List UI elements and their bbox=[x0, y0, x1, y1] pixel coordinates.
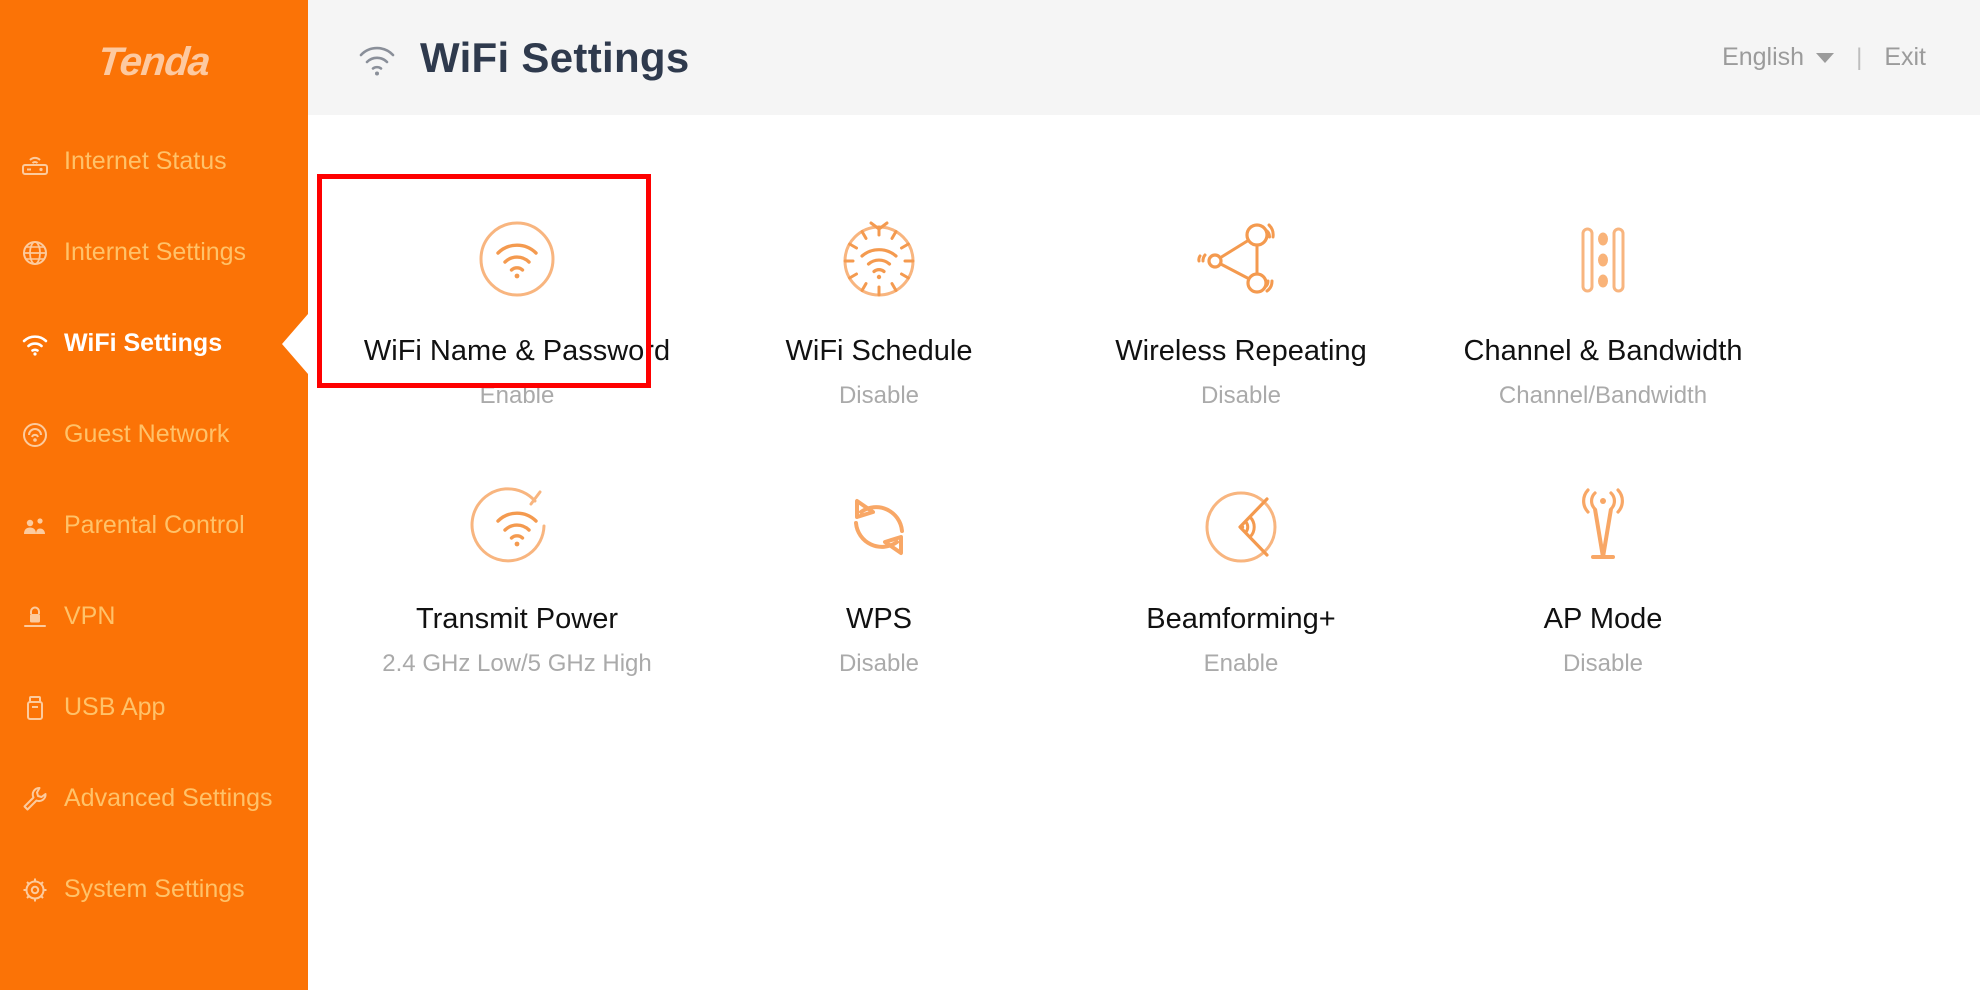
main-content: WiFi Settings English | Exit WiFi Name &… bbox=[308, 0, 1980, 990]
tile-status: 2.4 GHz Low/5 GHz High bbox=[382, 650, 652, 678]
exit-button[interactable]: Exit bbox=[1884, 43, 1926, 72]
tile-status: Disable bbox=[1562, 650, 1644, 678]
sidebar-item-parental-control[interactable]: Parental Control bbox=[0, 480, 308, 571]
sidebar-item-wifi-settings[interactable]: WiFi Settings bbox=[0, 298, 308, 389]
chevron-down-icon[interactable] bbox=[1816, 52, 1835, 63]
sidebar-item-internet-settings[interactable]: Internet Settings bbox=[0, 207, 308, 298]
tile-status: Enable bbox=[1203, 650, 1279, 678]
tile-status: Channel/Bandwidth bbox=[1498, 382, 1708, 410]
sidebar-item-label: VPN bbox=[64, 602, 116, 630]
brand-logo-text: Tenda bbox=[96, 39, 213, 84]
language-selector[interactable]: English bbox=[1722, 43, 1804, 72]
wifi-icon bbox=[356, 37, 398, 79]
tile-wifi-name-password[interactable]: WiFi Name & Password Enable bbox=[317, 174, 698, 455]
sidebar-nav: Internet Status Internet Settings WiFi S… bbox=[0, 116, 308, 935]
antenna-tower-icon bbox=[1555, 473, 1651, 581]
page-title-group: WiFi Settings bbox=[356, 34, 690, 82]
repeater-nodes-icon bbox=[1189, 205, 1293, 313]
topbar: WiFi Settings English | Exit bbox=[308, 0, 1980, 115]
sidebar-item-system-settings[interactable]: System Settings bbox=[0, 844, 308, 935]
transmit-power-icon bbox=[469, 473, 565, 581]
sidebar-item-advanced-settings[interactable]: Advanced Settings bbox=[0, 753, 308, 844]
tile-label: WiFi Name & Password bbox=[363, 335, 671, 367]
tile-ap-mode[interactable]: AP Mode Disable bbox=[1422, 455, 1784, 723]
sidebar-item-label: Internet Settings bbox=[64, 238, 247, 266]
tile-beamforming[interactable]: Beamforming+ Enable bbox=[1060, 455, 1422, 723]
tile-label: WiFi Schedule bbox=[785, 335, 973, 367]
brand-logo[interactable]: Tenda bbox=[0, 30, 308, 94]
page-title: WiFi Settings bbox=[420, 33, 690, 81]
beamforming-icon bbox=[1193, 473, 1289, 581]
sidebar-item-label: Parental Control bbox=[64, 511, 245, 539]
tile-label: Channel & Bandwidth bbox=[1463, 335, 1743, 367]
sidebar-item-label: System Settings bbox=[64, 875, 245, 903]
sidebar-item-internet-status[interactable]: Internet Status bbox=[0, 116, 308, 207]
wifi-timer-icon bbox=[831, 205, 927, 313]
wifi-icon bbox=[18, 327, 52, 361]
topbar-divider: | bbox=[1856, 43, 1863, 71]
tile-wifi-schedule[interactable]: WiFi Schedule Disable bbox=[698, 187, 1060, 455]
tile-label: Transmit Power bbox=[416, 603, 618, 635]
guest-network-icon bbox=[18, 418, 52, 452]
topbar-actions: English | Exit bbox=[1722, 43, 1954, 72]
tile-status: Enable bbox=[479, 382, 555, 410]
sidebar: Tenda Internet Status Internet Settings … bbox=[0, 0, 308, 990]
sidebar-item-label: USB App bbox=[64, 693, 166, 721]
sidebar-item-guest-network[interactable]: Guest Network bbox=[0, 389, 308, 480]
gear-icon bbox=[18, 873, 52, 907]
sidebar-item-usb-app[interactable]: USB App bbox=[0, 662, 308, 753]
vpn-lock-icon bbox=[18, 600, 52, 634]
globe-icon bbox=[18, 236, 52, 270]
sidebar-item-label: Guest Network bbox=[64, 420, 230, 448]
wps-refresh-icon bbox=[831, 473, 927, 581]
wifi-circle-icon bbox=[469, 205, 565, 313]
sidebar-item-label: WiFi Settings bbox=[64, 329, 223, 357]
tile-label: Beamforming+ bbox=[1146, 603, 1336, 635]
tile-label: AP Mode bbox=[1543, 603, 1663, 635]
tile-wps[interactable]: WPS Disable bbox=[698, 455, 1060, 723]
tile-status: Disable bbox=[1200, 382, 1282, 410]
channel-bars-icon bbox=[1555, 205, 1651, 313]
sidebar-item-label: Internet Status bbox=[64, 147, 227, 175]
tile-label: WPS bbox=[845, 603, 913, 635]
wrench-icon bbox=[18, 782, 52, 816]
usb-icon bbox=[18, 691, 52, 725]
wifi-settings-tile-grid: WiFi Name & Password Enable WiFi Schedul… bbox=[317, 115, 1980, 723]
router-icon bbox=[18, 145, 52, 179]
sidebar-item-vpn[interactable]: VPN bbox=[0, 571, 308, 662]
tile-transmit-power[interactable]: Transmit Power 2.4 GHz Low/5 GHz High bbox=[336, 455, 698, 723]
tile-wireless-repeating[interactable]: Wireless Repeating Disable bbox=[1060, 187, 1422, 455]
parental-control-icon bbox=[18, 509, 52, 543]
sidebar-item-label: Advanced Settings bbox=[64, 784, 273, 812]
tile-channel-bandwidth[interactable]: Channel & Bandwidth Channel/Bandwidth bbox=[1422, 187, 1784, 455]
router-admin-page: Tenda Internet Status Internet Settings … bbox=[0, 0, 1980, 990]
tile-status: Disable bbox=[838, 650, 920, 678]
tile-status: Disable bbox=[838, 382, 920, 410]
tile-label: Wireless Repeating bbox=[1115, 335, 1367, 367]
